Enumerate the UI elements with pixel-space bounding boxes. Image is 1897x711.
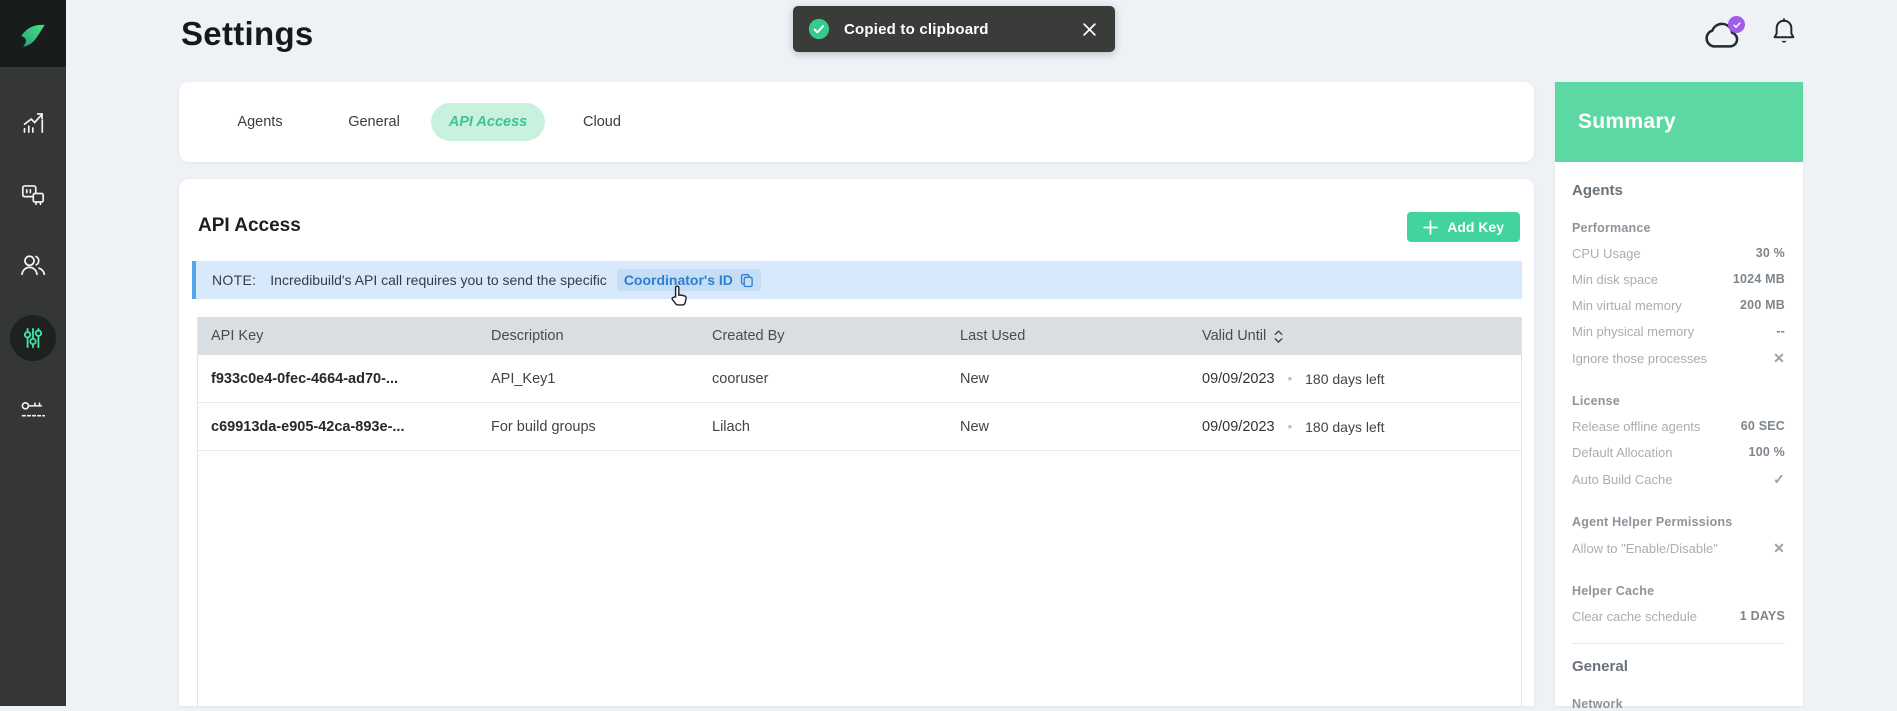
valid-date: 09/09/2023 <box>1202 371 1275 387</box>
summary-header: Summary <box>1555 82 1803 162</box>
coordinators-id-label: Coordinator's ID <box>624 272 733 288</box>
cell-api-key: f933c0e4-0fec-4664-ad70-... <box>198 371 478 387</box>
summary-heading-general: General <box>1572 658 1785 675</box>
cell-created-by: cooruser <box>699 371 947 387</box>
separator-dot: • <box>1288 419 1293 434</box>
sidebar-item-users[interactable] <box>0 242 66 288</box>
summary-body: Agents Performance CPU Usage 30 % Min di… <box>1555 162 1803 711</box>
topbar-icons <box>1696 12 1816 56</box>
summary-row: Auto Build Cache ✓ <box>1572 465 1785 493</box>
note-text: Incredibuild's API call requires you to … <box>270 272 607 288</box>
summary-row: Ignore those processes ✕ <box>1572 344 1785 372</box>
days-left: 180 days left <box>1305 419 1384 435</box>
note-prefix: NOTE: <box>212 272 256 288</box>
app-root: Settings Copied to clipboard <box>0 0 1897 706</box>
summary-subheading-performance: Performance <box>1572 221 1785 235</box>
summary-title: Summary <box>1578 110 1676 134</box>
add-key-button[interactable]: Add Key <box>1407 212 1520 242</box>
summary-divider <box>1572 643 1785 644</box>
summary-row: Release offline agents 60 SEC <box>1572 413 1785 439</box>
days-left: 180 days left <box>1305 371 1384 387</box>
copy-icon <box>739 273 754 288</box>
summary-heading-agents: Agents <box>1572 182 1785 199</box>
license-key-icon <box>20 398 47 422</box>
x-mark-icon: ✕ <box>1773 540 1785 557</box>
summary-row: Min virtual memory 200 MB <box>1572 292 1785 318</box>
cell-last-used: New <box>947 419 1189 435</box>
column-header-valid-until[interactable]: Valid Until <box>1189 328 1521 344</box>
cell-last-used: New <box>947 371 1189 387</box>
notifications-bell-button[interactable] <box>1770 15 1798 53</box>
settings-tabs: Agents General API Access Cloud <box>179 82 1534 162</box>
page-title: Settings <box>181 15 314 53</box>
valid-until-label: Valid Until <box>1202 328 1266 344</box>
toast-copied-to-clipboard: Copied to clipboard <box>793 6 1115 52</box>
success-check-icon <box>808 18 830 40</box>
api-keys-table: API Key Description Created By Last Used… <box>197 317 1522 706</box>
toast-close-icon[interactable] <box>1078 18 1100 40</box>
incredibuild-logo[interactable] <box>0 0 66 67</box>
separator-dot: • <box>1288 371 1293 386</box>
summary-subheading-network: Network <box>1572 697 1785 711</box>
cloud-status-button[interactable] <box>1701 18 1745 54</box>
cell-api-key: c69913da-e905-42ca-893e-... <box>198 419 478 435</box>
cloud-check-badge-icon <box>1728 16 1745 33</box>
cell-description: For build groups <box>478 419 699 435</box>
sidebar-item-builds[interactable] <box>0 172 66 218</box>
api-access-card: API Access Add Key NOTE: Incredibuild's … <box>179 179 1534 706</box>
column-header-description: Description <box>478 328 699 344</box>
summary-row: Default Allocation 100 % <box>1572 439 1785 465</box>
bell-icon <box>1770 15 1798 49</box>
build-agents-icon <box>20 182 47 209</box>
column-header-created-by: Created By <box>699 328 947 344</box>
summary-subheading-agent-helper-permissions: Agent Helper Permissions <box>1572 515 1785 529</box>
tab-api-access[interactable]: API Access <box>431 103 545 141</box>
table-row[interactable]: c69913da-e905-42ca-893e-... For build gr… <box>198 403 1521 451</box>
summary-row: Allow to "Enable/Disable" ✕ <box>1572 534 1785 562</box>
cell-valid-until: 09/09/2023 • 180 days left <box>1189 371 1521 387</box>
tab-agents[interactable]: Agents <box>203 103 317 141</box>
incredibuild-logo-icon <box>15 16 51 52</box>
note-banner: NOTE: Incredibuild's API call requires y… <box>192 261 1522 299</box>
tab-cloud[interactable]: Cloud <box>545 103 659 141</box>
summary-panel: Summary Agents Performance CPU Usage 30 … <box>1555 82 1803 706</box>
users-icon <box>19 251 47 279</box>
cell-description: API_Key1 <box>478 371 699 387</box>
tab-general[interactable]: General <box>317 103 431 141</box>
summary-subheading-helper-cache: Helper Cache <box>1572 584 1785 598</box>
sidebar-item-license-keys[interactable] <box>0 387 66 433</box>
summary-row: Min disk space 1024 MB <box>1572 266 1785 292</box>
sidebar-item-analytics[interactable] <box>0 99 66 145</box>
sidebar <box>0 0 66 706</box>
summary-subheading-license: License <box>1572 394 1785 408</box>
table-header-row: API Key Description Created By Last Used… <box>198 317 1521 355</box>
analytics-chart-icon <box>20 109 47 136</box>
cell-created-by: Lilach <box>699 419 947 435</box>
sidebar-item-settings[interactable] <box>10 315 56 361</box>
summary-row: Min physical memory -- <box>1572 318 1785 344</box>
summary-row: Clear cache schedule 1 DAYS <box>1572 603 1785 629</box>
table-row[interactable]: f933c0e4-0fec-4664-ad70-... API_Key1 coo… <box>198 355 1521 403</box>
add-key-label: Add Key <box>1447 219 1504 235</box>
coordinators-id-link[interactable]: Coordinator's ID <box>617 269 761 291</box>
column-header-api-key: API Key <box>198 328 478 344</box>
plus-icon <box>1423 220 1438 235</box>
valid-date: 09/09/2023 <box>1202 419 1275 435</box>
x-mark-icon: ✕ <box>1773 350 1785 367</box>
section-title: API Access <box>198 215 301 237</box>
check-mark-icon: ✓ <box>1773 471 1785 488</box>
settings-sliders-icon <box>20 325 46 351</box>
sort-chevrons-icon[interactable] <box>1273 329 1284 344</box>
column-header-last-used: Last Used <box>947 328 1189 344</box>
cell-valid-until: 09/09/2023 • 180 days left <box>1189 419 1521 435</box>
toast-message: Copied to clipboard <box>844 21 989 38</box>
summary-row: CPU Usage 30 % <box>1572 240 1785 266</box>
